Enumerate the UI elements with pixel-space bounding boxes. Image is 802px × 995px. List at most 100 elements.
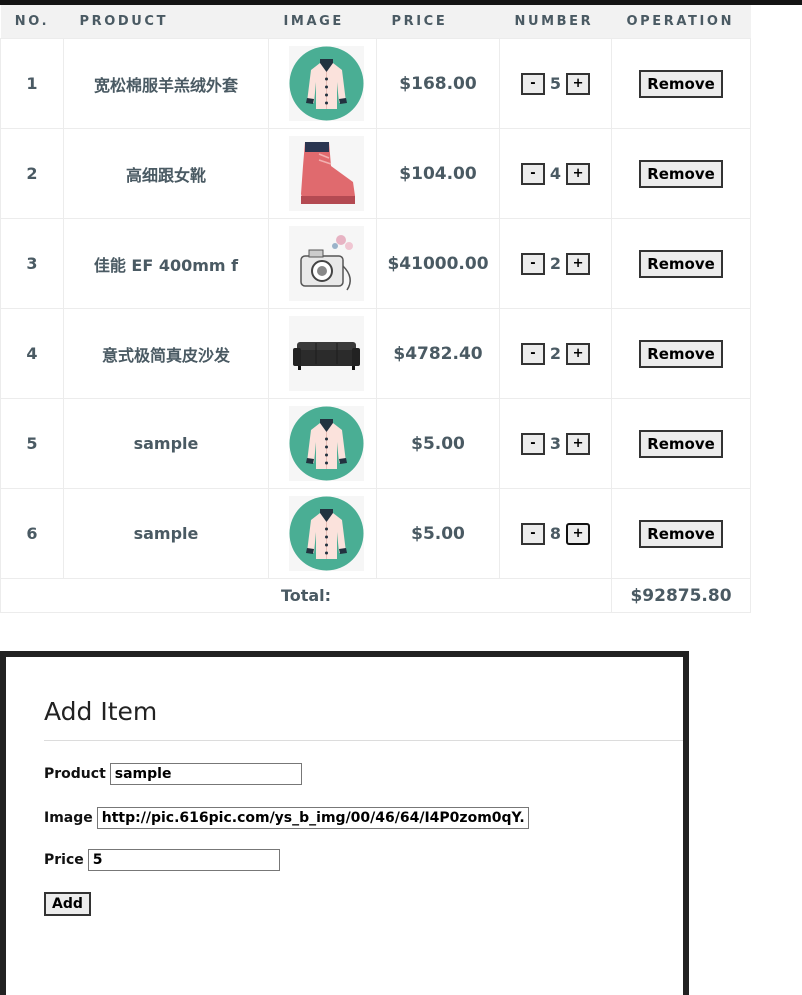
total-value: $92875.80 [611,578,751,613]
product-price: $5.00 [376,488,500,579]
table-row: 3 佳能 EF 400mm f $41000.00-2 + Remove [0,218,751,309]
product-name: 意式极简真皮沙发 [63,308,269,399]
quantity-cell: -4 + [499,128,612,219]
decrement-button[interactable]: - [520,432,545,455]
increment-button[interactable]: + [566,522,591,545]
boot-icon [289,136,364,211]
remove-button[interactable]: Remove [639,429,723,458]
quantity-value: 2 [549,254,562,273]
price-field-row: Price [44,849,280,871]
table-row: 1 宽松棉服羊羔绒外套 $168.00-5 + Remove [0,38,751,129]
product-name: sample [63,488,269,579]
header-number: NUMBER [499,5,612,39]
product-label: Product [44,766,106,782]
decrement-button[interactable]: - [520,252,545,275]
row-number: 1 [0,38,64,129]
image-label: Image [44,810,93,826]
product-image-cell [268,128,377,219]
increment-button[interactable]: + [566,252,591,275]
decrement-button[interactable]: - [520,342,545,365]
quantity-value: 2 [549,344,562,363]
header-image: IMAGE [268,5,377,39]
table-row: 4 意式极简真皮沙发 $4782.40-2 + Remove [0,308,751,399]
remove-button[interactable]: Remove [639,69,723,98]
operation-cell: Remove [611,128,751,219]
product-image-cell [268,398,377,489]
product-image-cell [268,38,377,129]
cart-header-row: NO. PRODUCT IMAGE PRICE NUMBER OPERATION [0,5,751,39]
price-input[interactable] [87,849,280,871]
total-row: Total: $92875.80 [0,578,751,613]
remove-button[interactable]: Remove [639,249,723,278]
product-image-cell [268,218,377,309]
decrement-button[interactable]: - [520,522,545,545]
product-price: $41000.00 [376,218,500,309]
add-item-panel: Add Item Product Image Price Add [0,651,689,995]
operation-cell: Remove [611,38,751,129]
product-price: $168.00 [376,38,500,129]
total-label: Total: [0,578,612,613]
quantity-cell: -3 + [499,398,612,489]
product-name: sample [63,398,269,489]
header-no: NO. [0,5,64,39]
quantity-stepper: -2 + [500,252,611,275]
remove-button[interactable]: Remove [639,339,723,368]
quantity-stepper: -4 + [500,162,611,185]
row-number: 5 [0,398,64,489]
product-price: $104.00 [376,128,500,219]
row-number: 3 [0,218,64,309]
product-price: $4782.40 [376,308,500,399]
table-row: 6 sample $5.00-8 + Remove [0,488,751,579]
increment-button[interactable]: + [566,342,591,365]
product-name: 宽松棉服羊羔绒外套 [63,38,269,129]
row-number: 6 [0,488,64,579]
product-field-row: Product [44,763,302,785]
increment-button[interactable]: + [566,72,591,95]
increment-button[interactable]: + [566,432,591,455]
divider [44,740,683,741]
operation-cell: Remove [611,488,751,579]
product-name: 佳能 EF 400mm f [63,218,269,309]
table-row: 2 高细跟女靴 $104.00-4 + Remove [0,128,751,219]
image-field-row: Image [44,807,529,829]
quantity-value: 3 [549,434,562,453]
product-image-cell [268,308,377,399]
price-label: Price [44,852,84,868]
quantity-cell: -2 + [499,218,612,309]
quantity-value: 8 [549,524,562,543]
header-operation: OPERATION [611,5,751,39]
quantity-stepper: -2 + [500,342,611,365]
add-button[interactable]: Add [44,892,91,916]
jacket-icon [289,406,364,481]
jacket-icon [289,46,364,121]
quantity-stepper: -8 + [500,522,611,545]
remove-button[interactable]: Remove [639,159,723,188]
cart-table: NO. PRODUCT IMAGE PRICE NUMBER OPERATION… [0,5,751,613]
increment-button[interactable]: + [566,162,591,185]
image-url-input[interactable] [96,807,529,829]
table-row: 5 sample $5.00-3 + Remove [0,398,751,489]
camera-icon [289,226,364,301]
quantity-cell: -8 + [499,488,612,579]
operation-cell: Remove [611,398,751,489]
product-name: 高细跟女靴 [63,128,269,219]
row-number: 2 [0,128,64,219]
product-image-cell [268,488,377,579]
decrement-button[interactable]: - [520,72,545,95]
header-price: PRICE [376,5,500,39]
quantity-value: 5 [549,74,562,93]
quantity-stepper: -5 + [500,72,611,95]
operation-cell: Remove [611,218,751,309]
product-input[interactable] [109,763,302,785]
row-number: 4 [0,308,64,399]
decrement-button[interactable]: - [520,162,545,185]
quantity-value: 4 [549,164,562,183]
remove-button[interactable]: Remove [639,519,723,548]
operation-cell: Remove [611,308,751,399]
add-item-title: Add Item [44,697,158,726]
product-price: $5.00 [376,398,500,489]
quantity-cell: -2 + [499,308,612,399]
quantity-cell: -5 + [499,38,612,129]
sofa-icon [289,316,364,391]
header-product: PRODUCT [63,5,269,39]
